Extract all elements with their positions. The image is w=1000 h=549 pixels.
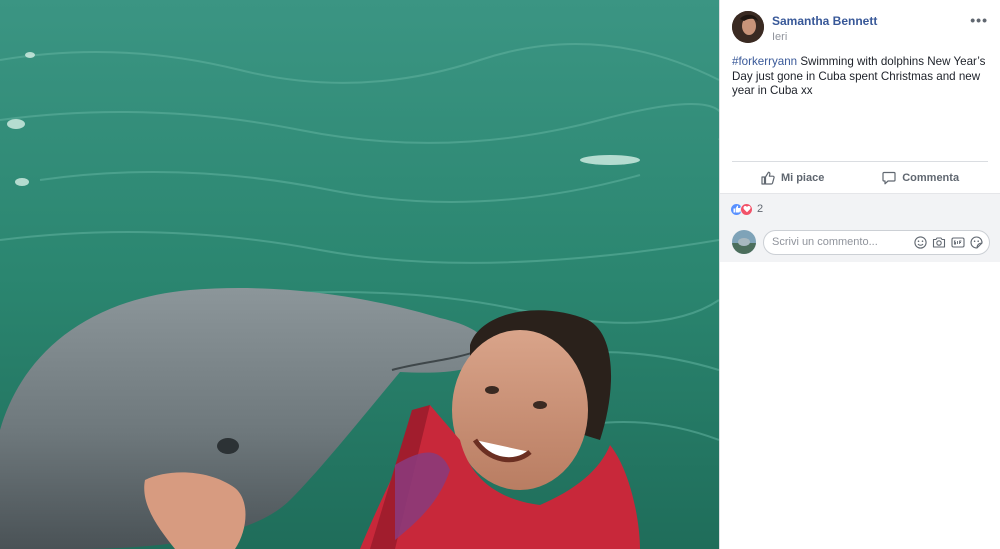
viewer-avatar <box>732 230 756 254</box>
photo-viewer: Samantha Bennett Ieri ••• #forkerryann S… <box>0 0 1000 549</box>
comment-button-label: Commenta <box>902 171 960 184</box>
author-name[interactable]: Samantha Bennett <box>772 15 877 27</box>
reaction-count: 2 <box>757 203 764 215</box>
gif-icon[interactable] <box>951 236 965 249</box>
comment-composer: Scrivi un commento... <box>720 224 1000 260</box>
comment-placeholder: Scrivi un commento... <box>772 236 878 248</box>
author-avatar-image <box>732 11 764 43</box>
comment-button[interactable]: Commenta <box>882 171 959 185</box>
thumbs-up-icon <box>761 171 775 185</box>
comment-icon <box>882 171 896 184</box>
post-header: Samantha Bennett Ieri ••• <box>720 0 1000 48</box>
more-options-icon[interactable]: ••• <box>970 12 988 28</box>
sticker-icon[interactable] <box>970 235 983 249</box>
post-actions: Mi piace Commenta <box>732 161 988 193</box>
like-button[interactable]: Mi piace <box>761 171 824 185</box>
camera-icon[interactable] <box>932 236 946 249</box>
love-reaction-icon <box>740 202 753 216</box>
like-button-label: Mi piace <box>780 171 825 184</box>
post-time[interactable]: Ieri <box>772 32 877 43</box>
post-photo[interactable] <box>0 0 719 549</box>
emoji-icon[interactable] <box>914 235 927 249</box>
reaction-icons <box>730 202 753 216</box>
comment-input[interactable]: Scrivi un commento... <box>763 229 990 255</box>
post-text: #forkerryann Swimming with dolphins New … <box>720 48 1000 161</box>
author-avatar[interactable] <box>732 11 764 43</box>
reactions-summary[interactable]: 2 <box>720 194 1000 224</box>
feedback-section: 2 Scrivi un commento... <box>720 193 1000 262</box>
hashtag-link[interactable]: #forkerryann <box>732 55 797 68</box>
post-side-panel: Samantha Bennett Ieri ••• #forkerryann S… <box>719 0 1000 549</box>
dolphin-photo-image <box>0 0 719 549</box>
viewer-avatar-image <box>732 230 756 254</box>
author-meta: Samantha Bennett Ieri <box>772 11 877 48</box>
